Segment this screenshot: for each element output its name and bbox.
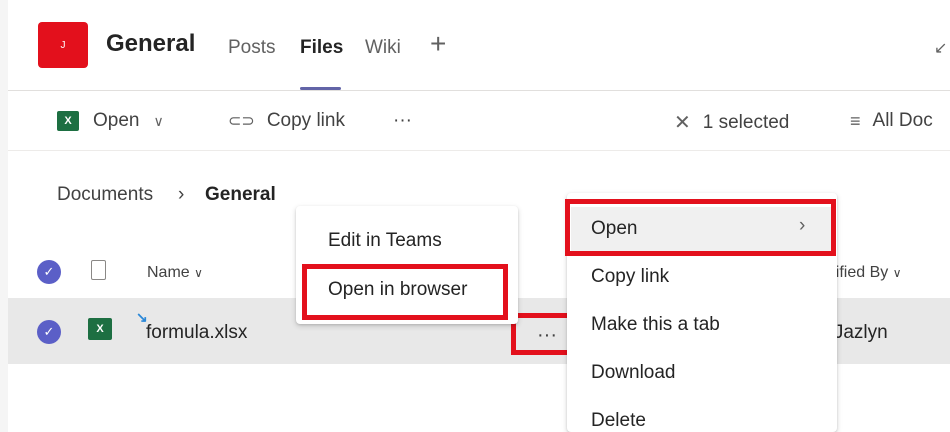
selection-count: 1 selected bbox=[702, 111, 790, 133]
list-view-icon: ≡ bbox=[850, 110, 861, 131]
toolbar-more-button[interactable]: ··· bbox=[393, 110, 412, 132]
tab-posts[interactable]: Posts bbox=[228, 37, 276, 59]
menu-item-delete[interactable]: Delete bbox=[591, 410, 646, 432]
team-avatar: J bbox=[38, 22, 88, 68]
expand-icon[interactable]: ↙ bbox=[934, 38, 947, 58]
excel-icon: X bbox=[57, 111, 79, 131]
header-divider bbox=[8, 90, 950, 91]
sort-chevron-icon: ∨ bbox=[892, 266, 902, 280]
breadcrumb-current: General bbox=[205, 184, 276, 205]
left-rail bbox=[0, 0, 8, 432]
sort-chevron-icon: ∨ bbox=[194, 266, 203, 280]
view-switcher[interactable]: ≡ All Doc bbox=[850, 110, 933, 132]
toolbar-divider bbox=[8, 150, 950, 151]
file-type-icon bbox=[91, 260, 106, 280]
menu-item-make-tab[interactable]: Make this a tab bbox=[591, 314, 720, 336]
highlight-open-item bbox=[565, 199, 836, 256]
menu-item-copy-link[interactable]: Copy link bbox=[591, 266, 669, 288]
file-name[interactable]: formula.xlsx bbox=[146, 322, 247, 344]
breadcrumb-separator-icon: › bbox=[178, 184, 185, 205]
column-name-label: Name bbox=[147, 264, 190, 281]
excel-file-icon: X bbox=[88, 318, 112, 340]
copy-link-label: Copy link bbox=[266, 110, 345, 131]
add-tab-button[interactable]: + bbox=[430, 28, 446, 60]
team-avatar-initial: J bbox=[60, 39, 66, 51]
tab-files[interactable]: Files bbox=[300, 37, 343, 59]
highlight-open-in-browser bbox=[302, 264, 508, 320]
channel-name: General bbox=[106, 30, 196, 57]
menu-item-download[interactable]: Download bbox=[591, 362, 676, 384]
link-icon: ⊂⊃ bbox=[228, 113, 255, 130]
tab-wiki[interactable]: Wiki bbox=[365, 37, 401, 59]
select-all-checkbox[interactable]: ✓ bbox=[37, 260, 61, 284]
row-checkbox[interactable]: ✓ bbox=[37, 320, 61, 344]
close-icon: ✕ bbox=[674, 112, 691, 134]
breadcrumb-documents[interactable]: Documents bbox=[57, 184, 153, 206]
column-name[interactable]: Name ∨ bbox=[147, 264, 203, 282]
open-button-label: Open bbox=[93, 110, 140, 131]
view-label: All Doc bbox=[872, 110, 933, 131]
clear-selection-button[interactable]: ✕ 1 selected bbox=[674, 110, 789, 135]
open-button[interactable]: X Open ∨ bbox=[57, 110, 164, 132]
menu-item-edit-in-teams[interactable]: Edit in Teams bbox=[328, 230, 442, 252]
chevron-down-icon: ∨ bbox=[153, 112, 164, 129]
copy-link-button[interactable]: ⊂⊃ Copy link bbox=[228, 110, 345, 132]
